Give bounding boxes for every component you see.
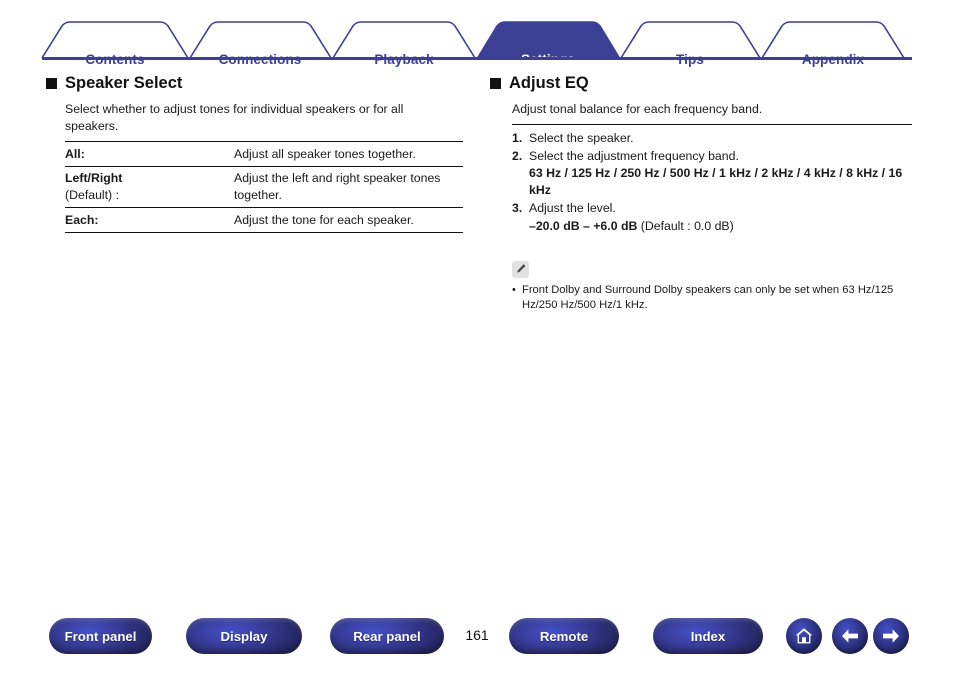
option-term-label: Each: (65, 212, 99, 227)
table-row: Left/Right (Default) : Adjust the left a… (65, 165, 463, 208)
tab-bar-underline (42, 57, 912, 60)
left-section-intro: Select whether to adjust tones for indiv… (65, 102, 404, 134)
table-row: All: Adjust all speaker tones together. (65, 142, 463, 167)
arrow-left-icon[interactable] (832, 618, 868, 654)
step-number: 1. (512, 131, 523, 146)
option-term-default: (Default) : (65, 187, 119, 202)
speaker-select-options-table: All: Adjust all speaker tones together. … (65, 141, 463, 233)
level-default: (Default : 0.0 dB) (637, 219, 734, 234)
list-item: 2. Select the adjustment frequency band. (512, 148, 912, 165)
option-description: Adjust all speaker tones together. (234, 146, 416, 161)
option-term-label: Left/Right (65, 171, 123, 186)
list-item: 1. Select the speaker. (512, 130, 912, 147)
list-item: • Front Dolby and Surround Dolby speaker… (512, 283, 912, 313)
left-section-heading: Speaker Select (46, 74, 466, 92)
tab-bar: Contents Connections Playback Settings T… (0, 20, 954, 67)
step-text: Adjust the level. (529, 201, 616, 216)
right-column: Adjust EQ Adjust tonal balance for each … (490, 74, 915, 312)
adjust-eq-steps: 1. Select the speaker. 2. Select the adj… (512, 124, 912, 235)
step-number: 3. (512, 201, 523, 216)
step-text: Select the speaker. (529, 131, 634, 146)
bullet-icon: • (512, 283, 516, 296)
step-values-frequency-bands: 63 Hz / 125 Hz / 250 Hz / 500 Hz / 1 kHz… (529, 166, 903, 197)
table-row: Each: Adjust the tone for each speaker. (65, 207, 463, 233)
option-description: Adjust the left and right speaker tones … (234, 165, 463, 208)
level-range: –20.0 dB – +6.0 dB (529, 219, 638, 234)
arrow-right-glyph (883, 629, 899, 643)
step-text: Select the adjustment frequency band. (529, 148, 739, 163)
option-term: Left/Right (Default) : (65, 165, 234, 208)
option-term: All: (65, 142, 234, 167)
footer-navigation: Front panel Display Rear panel 161 Remot… (0, 618, 954, 658)
arrow-right-icon[interactable] (873, 618, 909, 654)
list-item: 3. Adjust the level. (512, 200, 912, 217)
front-panel-button[interactable]: Front panel (49, 618, 152, 654)
arrow-left-glyph (842, 629, 858, 643)
home-glyph (795, 628, 813, 644)
option-term-label: All: (65, 146, 85, 161)
remote-button[interactable]: Remote (509, 618, 619, 654)
note-text: Front Dolby and Surround Dolby speakers … (522, 283, 894, 311)
step-values-level-range: –20.0 dB – +6.0 dB (Default : 0.0 dB) (529, 218, 912, 235)
square-bullet-icon (46, 78, 57, 90)
rear-panel-button[interactable]: Rear panel (330, 618, 444, 654)
pencil-glyph (516, 264, 525, 273)
option-term: Each: (65, 207, 234, 233)
index-button[interactable]: Index (653, 618, 763, 654)
display-button[interactable]: Display (186, 618, 302, 654)
left-column: Speaker Select Select whether to adjust … (46, 74, 466, 233)
right-section-heading: Adjust EQ (490, 74, 915, 92)
option-description: Adjust the tone for each speaker. (234, 207, 463, 233)
step-number: 2. (512, 148, 523, 163)
page-number: 161 (465, 627, 489, 643)
pencil-icon (512, 260, 529, 278)
note-block: • Front Dolby and Surround Dolby speaker… (512, 260, 912, 313)
left-section-title: Speaker Select (65, 74, 183, 92)
home-icon[interactable] (786, 618, 822, 654)
right-section-intro: Adjust tonal balance for each frequency … (512, 102, 763, 117)
right-section-title: Adjust EQ (509, 74, 589, 92)
square-bullet-icon (490, 78, 501, 90)
